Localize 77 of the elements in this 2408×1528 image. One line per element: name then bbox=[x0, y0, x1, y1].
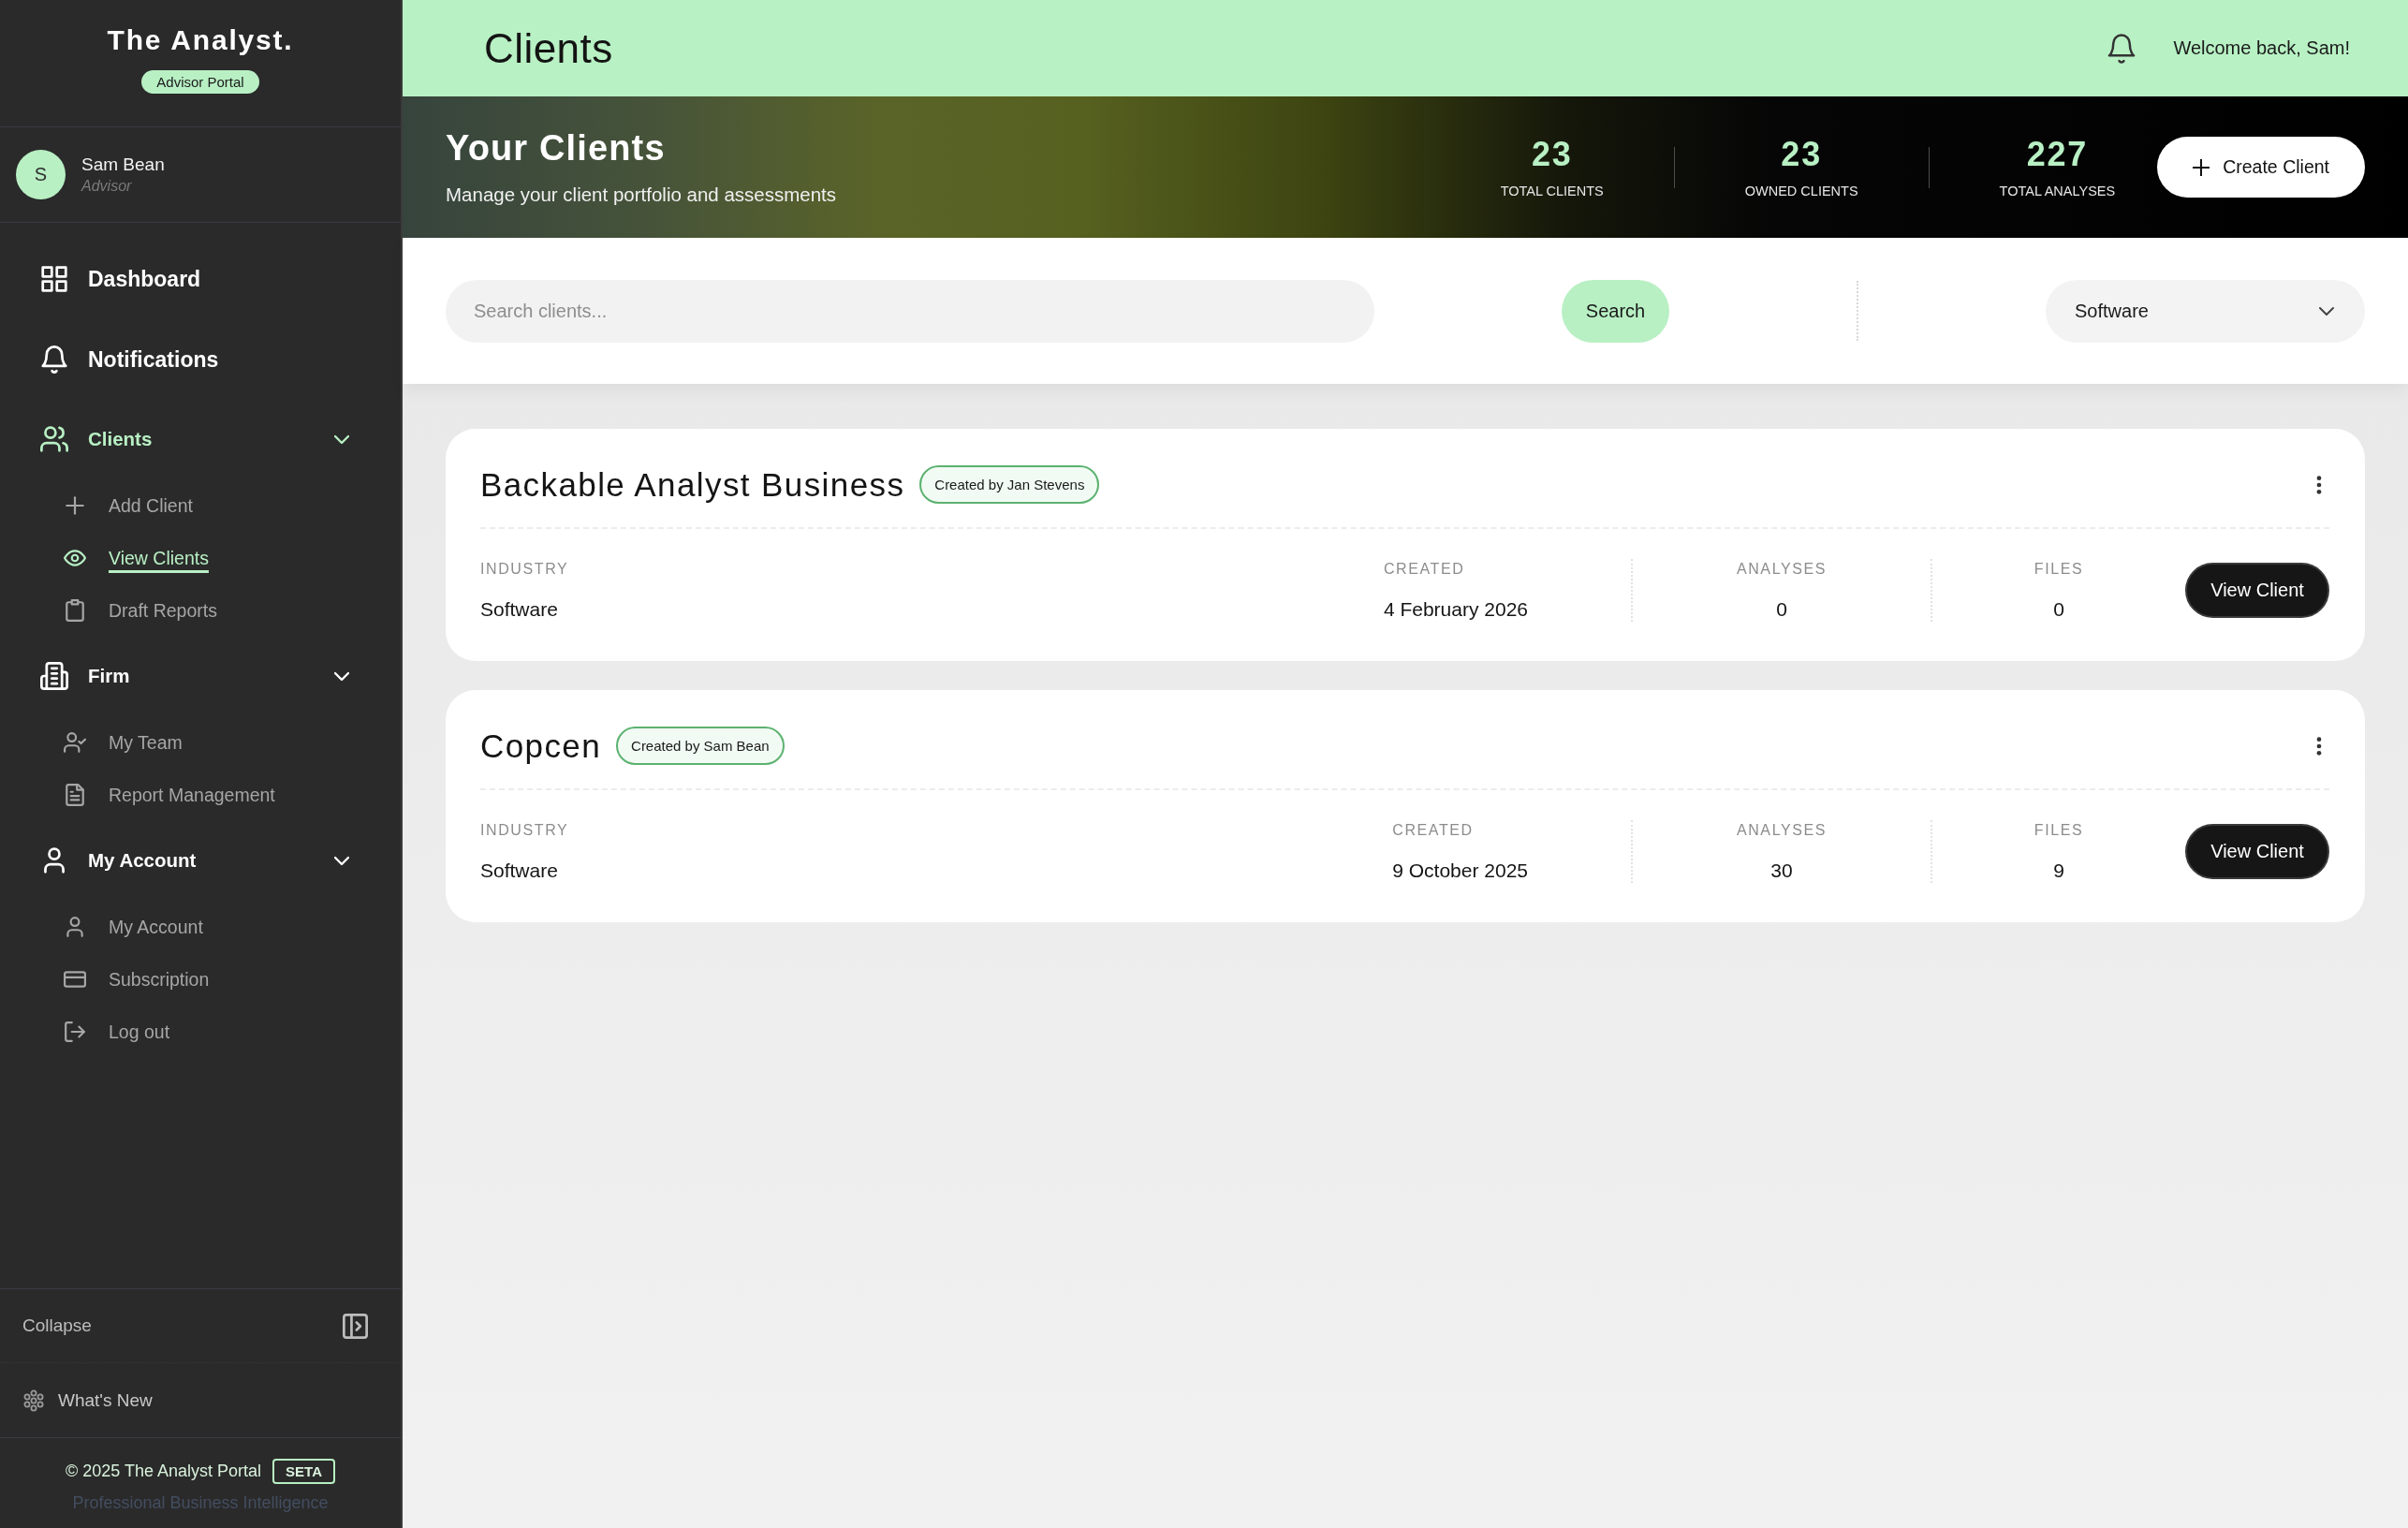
field-value: Software bbox=[480, 859, 558, 883]
collapse-button[interactable]: Collapse bbox=[0, 1288, 401, 1363]
field-label: ANALYSES bbox=[1736, 821, 1828, 840]
user-icon bbox=[64, 916, 86, 938]
flower-icon bbox=[22, 1388, 45, 1412]
view-client-button[interactable]: View Client bbox=[2185, 824, 2329, 879]
search-button[interactable]: Search bbox=[1562, 279, 1669, 343]
sidebar-subitem[interactable]: View Clients bbox=[0, 532, 401, 584]
search-field[interactable]: Search clients... bbox=[446, 279, 1374, 343]
whats-new-link[interactable]: What's New bbox=[0, 1363, 401, 1438]
user-name: Sam Bean bbox=[81, 153, 165, 176]
create-client-button[interactable]: Create Client bbox=[2157, 137, 2365, 198]
bell-icon[interactable] bbox=[2107, 33, 2136, 64]
sidebar-subitem[interactable]: Subscription bbox=[0, 953, 401, 1006]
sidebar-item[interactable]: Dashboard bbox=[0, 239, 401, 319]
field-value: 0 bbox=[1776, 597, 1787, 622]
app-logo: The Analyst. bbox=[107, 24, 294, 56]
field-value: 9 October 2025 bbox=[1392, 859, 1528, 883]
sidebar-subitem[interactable]: Add Client bbox=[0, 479, 401, 532]
field-label: FILES bbox=[2034, 560, 2084, 579]
user-check-icon bbox=[64, 731, 86, 754]
creator-tag: Created by Sam Bean bbox=[616, 727, 785, 765]
users-icon bbox=[40, 425, 68, 453]
sidebar-toggle-icon bbox=[343, 1313, 368, 1339]
sidebar-subitem[interactable]: Log out bbox=[0, 1006, 401, 1058]
plus-icon bbox=[64, 494, 86, 517]
chevron-down-icon bbox=[2319, 306, 2334, 316]
sidebar-subitem[interactable]: Report Management bbox=[0, 769, 401, 821]
field-value: Software bbox=[480, 597, 558, 622]
creator-tag: Created by Jan Stevens bbox=[919, 465, 1100, 504]
portal-badge: Advisor Portal bbox=[141, 70, 259, 94]
stat-value: 23 bbox=[1531, 135, 1573, 173]
more-options-icon[interactable] bbox=[2316, 736, 2322, 756]
user-role: Advisor bbox=[81, 176, 132, 196]
document-icon bbox=[64, 784, 86, 806]
more-options-icon[interactable] bbox=[2316, 475, 2322, 494]
building-icon bbox=[40, 662, 68, 690]
field-label: CREATED bbox=[1383, 560, 1465, 579]
sidebar-subitem[interactable]: Draft Reports bbox=[0, 584, 401, 637]
user-avatar: S bbox=[16, 150, 66, 199]
welcome-text: Welcome back, Sam! bbox=[2173, 37, 2350, 59]
dashboard-grid-icon bbox=[40, 265, 68, 293]
field-label: INDUSTRY bbox=[480, 821, 569, 840]
field-value: 9 bbox=[2053, 859, 2064, 883]
sidebar-group[interactable]: Clients bbox=[0, 413, 401, 465]
field-value: 0 bbox=[2053, 597, 2064, 622]
sidebar-subitem[interactable]: My Team bbox=[0, 716, 401, 769]
stat-label: TOTAL ANALYSES bbox=[1999, 182, 2116, 199]
stat-label: OWNED CLIENTS bbox=[1744, 182, 1858, 199]
field-label: INDUSTRY bbox=[480, 560, 569, 579]
page-title: Clients bbox=[484, 24, 613, 72]
field-value: 30 bbox=[1770, 859, 1793, 883]
logout-icon bbox=[64, 1021, 86, 1043]
client-name: Copcen bbox=[480, 727, 602, 765]
industry-dropdown[interactable]: Software bbox=[2046, 279, 2365, 343]
field-value: 4 February 2026 bbox=[1383, 597, 1528, 622]
client-name: Backable Analyst Business bbox=[480, 465, 905, 504]
field-label: FILES bbox=[2034, 821, 2084, 840]
field-label: ANALYSES bbox=[1736, 560, 1828, 579]
field-label: CREATED bbox=[1392, 821, 1474, 840]
plus-icon bbox=[2193, 158, 2210, 176]
sidebar-item[interactable]: Notifications bbox=[0, 319, 401, 400]
sidebar-group[interactable]: My Account bbox=[0, 834, 401, 887]
sidebar-group[interactable]: Firm bbox=[0, 650, 401, 702]
copyright-text: © 2025 The Analyst Portal bbox=[66, 1462, 262, 1481]
banner-title: Your Clients bbox=[446, 127, 666, 169]
stat-value: 23 bbox=[1781, 135, 1822, 173]
banner-subtitle: Manage your client portfolio and assessments bbox=[446, 183, 837, 207]
credit-card-icon bbox=[64, 968, 86, 991]
clipboard-icon bbox=[64, 599, 86, 622]
beta-badge: SETA bbox=[272, 1459, 335, 1484]
stat-label: TOTAL CLIENTS bbox=[1500, 182, 1604, 199]
stat-value: 227 bbox=[2026, 135, 2089, 173]
eye-icon bbox=[64, 547, 86, 569]
view-client-button[interactable]: View Client bbox=[2185, 563, 2329, 618]
bell-icon bbox=[40, 345, 68, 374]
sidebar-subitem[interactable]: My Account bbox=[0, 901, 401, 953]
